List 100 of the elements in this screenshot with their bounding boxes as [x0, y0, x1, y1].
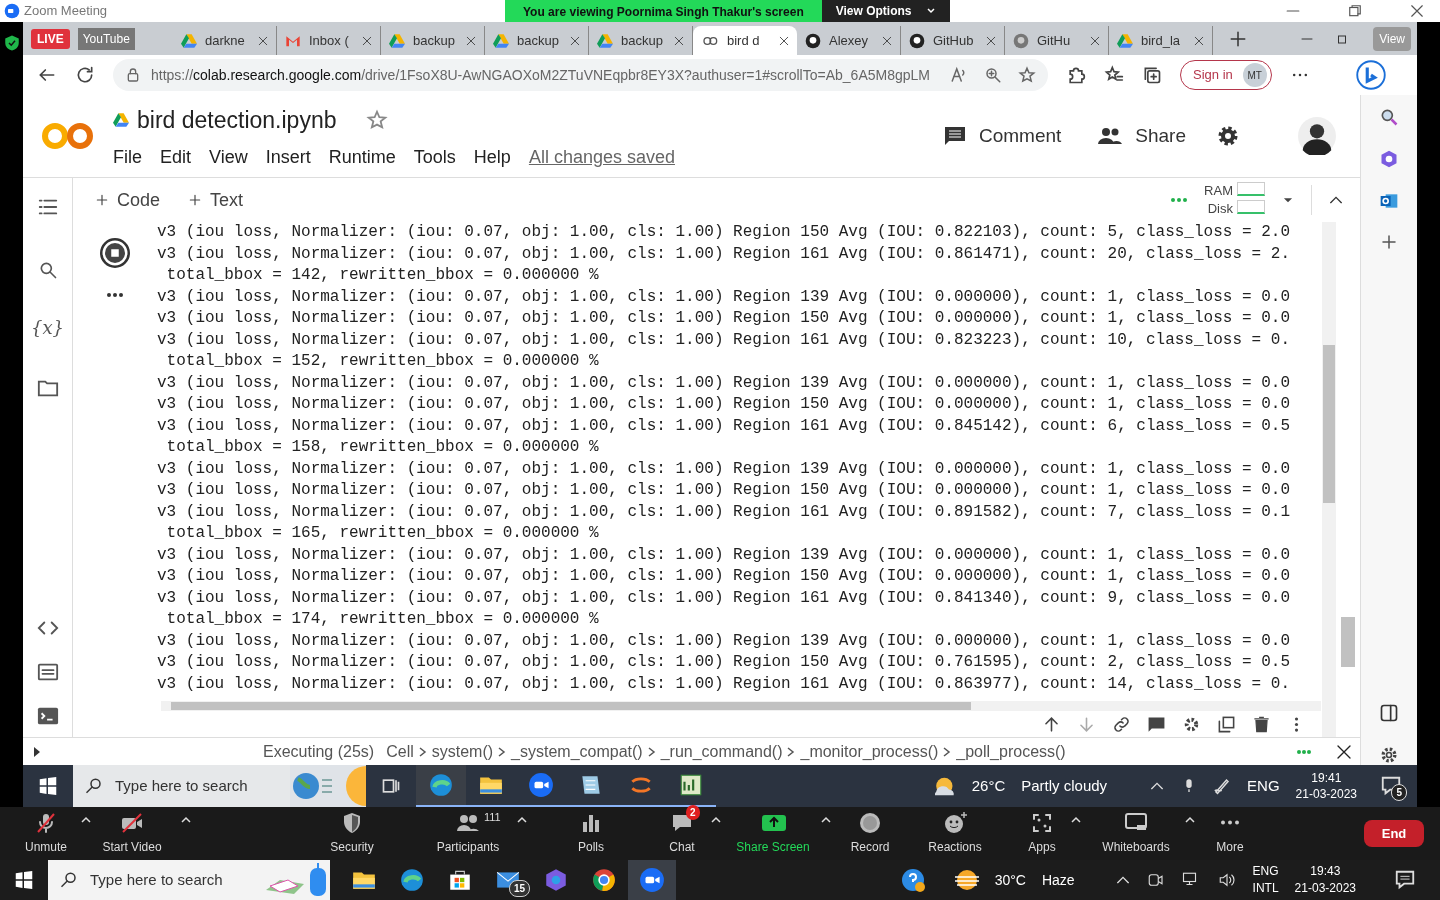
caret-up-icon[interactable] — [1070, 815, 1082, 825]
stack-frame-link[interactable]: _run_command() — [660, 739, 783, 764]
language-indicator[interactable]: ENG — [1252, 863, 1279, 880]
task-view-icon[interactable] — [381, 776, 401, 796]
meeting-control-button[interactable]: More — [1210, 811, 1250, 856]
clock-time[interactable]: 19:41 — [1295, 770, 1357, 786]
menu-item[interactable]: Runtime — [328, 143, 396, 171]
new-tab-icon[interactable] — [1229, 29, 1247, 48]
search-icon[interactable] — [1379, 107, 1399, 127]
stop-execution-icon[interactable] — [100, 238, 130, 268]
comment-button[interactable]: Comment — [936, 120, 1068, 152]
keyboard-layout[interactable]: INTL — [1252, 880, 1279, 897]
close-icon[interactable] — [779, 35, 789, 46]
weather-widget-drawing[interactable] — [290, 765, 366, 807]
end-meeting-button[interactable]: End — [1364, 820, 1424, 847]
language-indicator[interactable]: ENG — [1247, 774, 1280, 798]
menu-item[interactable]: View — [209, 143, 248, 171]
caret-up-icon[interactable] — [820, 815, 832, 825]
meeting-control-button[interactable]: Share Screen — [734, 811, 812, 856]
delete-icon[interactable] — [1252, 715, 1271, 734]
taskbar-search-field[interactable]: Type here to search — [48, 860, 330, 900]
star-icon[interactable] — [366, 109, 389, 132]
stream-platform-dropdown[interactable]: YouTube — [77, 27, 135, 50]
meeting-control-button[interactable]: Whiteboards — [1096, 811, 1176, 856]
menu-item[interactable]: Edit — [160, 143, 192, 171]
address-bar[interactable]: https://colab.research.google.com/drive/1FsoX8U-AwNGAOXoM2ZTuVNEqpbr8EY3X?authuser=1#scrollTo=Ab_6A5M8gpLM — [113, 59, 1048, 91]
output-line: v3 (iou loss, Normalizer: (iou: 0.07, obj: 1.00, cls: 1.00) Region 139 Avg (IOU: 0.000000), count: 1, class_loss = 0.0 — [157, 372, 1291, 394]
stack-frame-link[interactable]: _poll_process() — [956, 739, 1066, 764]
add-cell-button[interactable]: Text — [182, 186, 250, 214]
stack-frame-link[interactable]: Cell — [386, 739, 414, 764]
favorite-add-icon[interactable] — [1018, 66, 1036, 84]
stack-frame-link[interactable]: _monitor_process() — [800, 739, 939, 764]
expand-icon[interactable] — [32, 745, 42, 758]
close-icon[interactable] — [1410, 4, 1424, 18]
meeting-control-button[interactable]: Reactions — [922, 811, 988, 856]
notebook-title[interactable]: bird detection.ipynb — [137, 103, 337, 138]
outlook-icon[interactable] — [1379, 191, 1399, 211]
avatar-silhouette[interactable] — [1298, 117, 1336, 155]
windows-logo-icon[interactable] — [39, 777, 57, 795]
taskbar-search-field[interactable]: Type here to search — [73, 765, 290, 807]
view-options-button[interactable]: View Options — [821, 0, 950, 22]
colab-logo-icon[interactable] — [40, 120, 96, 152]
link-icon[interactable] — [1112, 715, 1131, 734]
caret-up-icon[interactable] — [516, 815, 528, 825]
caret-up-icon[interactable] — [1184, 815, 1196, 825]
taskbar-app[interactable] — [628, 860, 676, 900]
bing-logo-icon[interactable] — [1355, 60, 1386, 90]
pen-icon[interactable] — [1213, 777, 1232, 795]
add-cell-button[interactable]: Code — [89, 186, 167, 214]
meeting-control-button[interactable]: Apps — [1022, 811, 1062, 856]
caret-up-icon[interactable] — [80, 815, 92, 825]
zoom-in-icon[interactable] — [984, 66, 1002, 84]
caret-up-icon[interactable] — [710, 815, 722, 825]
menu-item[interactable]: Tools — [413, 143, 456, 171]
sidebar-panel-icon[interactable] — [1379, 703, 1399, 723]
meeting-control-button[interactable]: Polls — [566, 811, 616, 856]
clock-date[interactable]: 21-03-2023 — [1295, 786, 1357, 802]
settings-icon[interactable] — [1182, 715, 1201, 734]
help-icon[interactable] — [901, 868, 925, 892]
meeting-control-button[interactable]: Security — [322, 811, 382, 856]
clock-time[interactable]: 19:43 — [1294, 863, 1356, 880]
comment-icon[interactable] — [1147, 715, 1166, 734]
stack-frame-link[interactable]: system() — [431, 739, 494, 764]
microphone-muted-icon — [34, 811, 58, 835]
settings-icon[interactable] — [1379, 745, 1399, 765]
meeting-control-button[interactable]: Record — [842, 811, 898, 856]
camera-icon[interactable] — [1146, 871, 1165, 889]
copilot-icon[interactable] — [1379, 149, 1399, 169]
save-status-link[interactable]: All changes saved — [528, 143, 675, 171]
menu-item[interactable]: File — [113, 143, 142, 171]
add-icon[interactable] — [1380, 233, 1398, 251]
horizontal-scrollbar[interactable] — [161, 701, 1321, 711]
sign-in-button[interactable]: Sign in MT — [1180, 60, 1272, 90]
mirror-cell-icon[interactable] — [1217, 715, 1236, 734]
variables-button[interactable]: {x} — [30, 314, 65, 341]
move-up-icon[interactable] — [1042, 715, 1061, 734]
taskbar-app[interactable]: 15 — [484, 860, 532, 900]
caret-up-icon[interactable] — [180, 815, 192, 825]
notification-icon[interactable] — [1380, 775, 1402, 797]
restore-icon[interactable] — [1348, 4, 1362, 18]
windows-logo-icon[interactable] — [15, 871, 33, 889]
menu-item[interactable]: Insert — [265, 143, 311, 171]
close-icon[interactable] — [1336, 743, 1352, 760]
terminal-icon[interactable] — [35, 705, 60, 727]
more-options-icon[interactable] — [106, 292, 124, 298]
clock-date[interactable]: 21-03-2023 — [1294, 880, 1356, 897]
meeting-control-button[interactable]: Unmute — [20, 811, 72, 856]
menu-item[interactable]: Help — [473, 143, 511, 171]
collections-icon[interactable] — [1142, 65, 1162, 85]
notification-icon[interactable] — [1394, 869, 1416, 891]
browser-tab[interactable]: bird d — [693, 26, 797, 55]
resource-monitor[interactable]: RAM Disk — [1204, 182, 1265, 218]
stack-frame-link[interactable]: _system_compat() — [511, 739, 643, 764]
output-line: v3 (iou loss, Normalizer: (iou: 0.07, obj: 1.00, cls: 1.00) Region 150 Avg (IOU: 0.000000), count: 1, class_loss = 0.0 — [157, 480, 1291, 501]
settings-icon[interactable] — [1216, 124, 1240, 148]
puzzle-icon[interactable] — [1066, 65, 1086, 85]
reload-icon[interactable] — [75, 65, 95, 85]
meeting-control-button[interactable]: Start Video — [92, 811, 172, 856]
share-button[interactable]: Share — [1091, 120, 1192, 152]
command-palette-icon[interactable] — [35, 661, 60, 683]
